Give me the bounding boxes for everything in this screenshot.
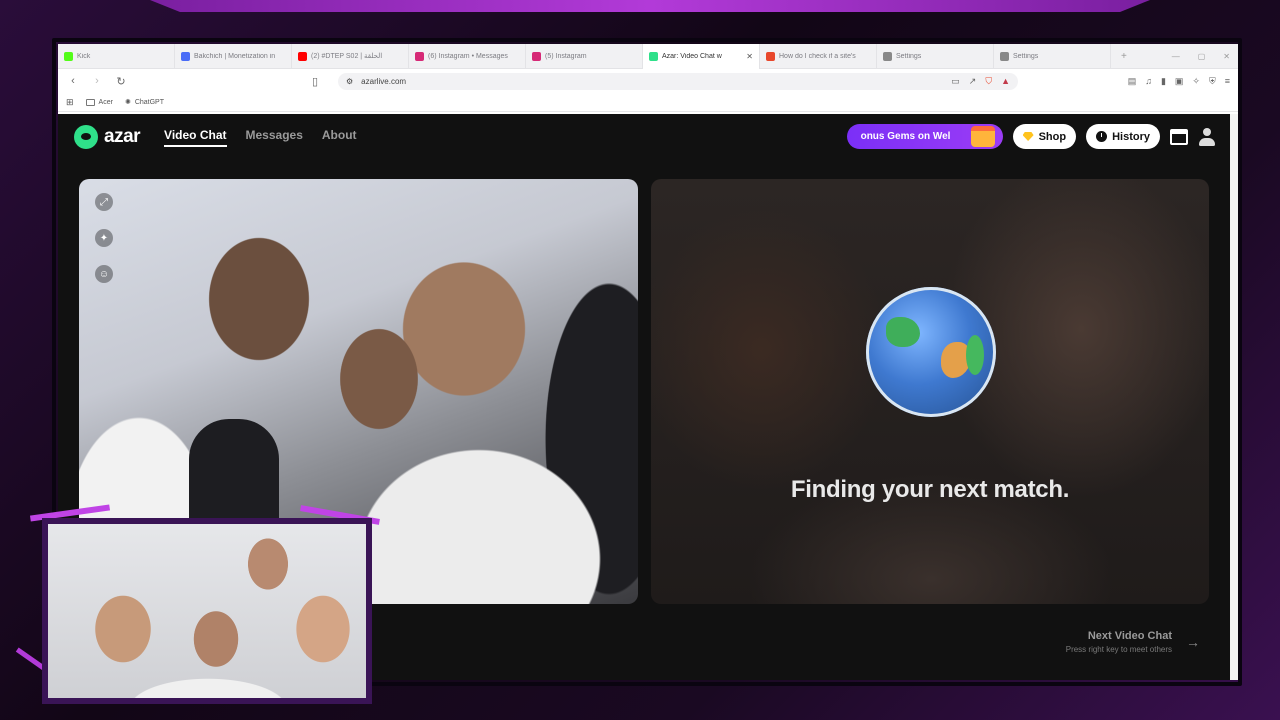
tab-title: (2) #DTEP S02 | الحلقة (311, 53, 383, 60)
profile-icon[interactable] (1198, 127, 1216, 146)
arrow-right-icon: → (1186, 634, 1200, 650)
tab-title: Settings (896, 52, 922, 60)
site-header: azar Video Chat Messages About onus Gems… (58, 114, 1230, 160)
browser-tab[interactable]: (2) #DTEP S02 | الحلقة (292, 44, 409, 69)
tab-favicon-icon (1000, 51, 1009, 61)
globe-land-1 (886, 317, 920, 347)
nav-messages[interactable]: Messages (246, 128, 303, 147)
bookmark-acer[interactable]: Acer (85, 98, 113, 106)
globe-land-3 (966, 335, 984, 375)
next-title: Next Video Chat (1087, 630, 1172, 642)
webcam-image (48, 524, 366, 698)
tab-favicon-icon (298, 51, 307, 61)
browser-tab[interactable]: Settings (994, 44, 1111, 69)
azar-logo-icon (74, 125, 98, 149)
tab-favicon-icon (649, 51, 658, 61)
toolbar-actions: ▤ ♫ ▮ ▣ ✧ ⛨ ≡ (1128, 76, 1230, 87)
globe-icon (866, 287, 996, 417)
tab-title: Azar: Video Chat w (662, 52, 722, 60)
maximize-button[interactable]: ▢ (1198, 52, 1206, 61)
new-tab-button[interactable]: + (1111, 51, 1137, 62)
tab-title: Bakchich | Monetization in (194, 52, 276, 60)
share-icon[interactable]: ↗ (969, 76, 977, 87)
next-subtitle: Press right key to meet others (1065, 645, 1172, 654)
url-text: azarlive.com (361, 76, 407, 86)
forward-icon[interactable]: › (90, 75, 104, 87)
chatgpt-icon: ✺ (124, 99, 131, 106)
tab-favicon-icon (883, 51, 892, 61)
browser-tab[interactable]: Settings (877, 44, 994, 69)
back-icon[interactable]: ‹ (66, 75, 80, 87)
matching-status: Finding your next match. (790, 476, 1070, 503)
inventory-box-icon[interactable] (1170, 128, 1188, 145)
browser-tab[interactable]: (6) Instagram • Messages (409, 44, 526, 69)
bookmark-chatgpt[interactable]: ✺ ChatGPT (124, 98, 164, 107)
history-button[interactable]: History (1086, 124, 1160, 149)
cast-icon[interactable]: ▭ (951, 76, 960, 87)
reading-icon[interactable]: ▮ (1161, 76, 1166, 87)
navigation-bar: ‹ › ↻ ▯ ⚙ azarlive.com ▭ ↗ ⛉ ▲ ▤ ♫ ▮ ▣ ✧… (58, 69, 1238, 93)
folder-icon (85, 98, 95, 106)
nav-video-chat[interactable]: Video Chat (164, 128, 227, 147)
tab-favicon-icon (766, 51, 775, 61)
browser-tab[interactable]: (5) Instagram (526, 44, 643, 69)
scrollbar[interactable] (1230, 114, 1238, 680)
browser-tab[interactable]: Bakchich | Monetization in (175, 44, 292, 69)
promo-banner[interactable]: onus Gems on Wel (846, 124, 1003, 149)
browser-tab[interactable]: How do I check if a site's (760, 44, 877, 69)
next-video-chat-button[interactable]: Next Video Chat Press right key to meet … (1066, 630, 1200, 654)
site-nav: Video Chat Messages About (164, 128, 357, 147)
bookmarks-bar: ⊞ Acer ✺ ChatGPT (58, 93, 1238, 112)
camera-tools: ⤢ ✦ ☺ (95, 193, 113, 283)
tab-bar: Kick Bakchich | Monetization in (2) #DTEP … (58, 44, 1238, 69)
header-actions: onus Gems on Wel Shop History (846, 124, 1216, 149)
tab-favicon-icon (64, 51, 73, 61)
vpn-icon[interactable]: ⛨ (1209, 76, 1216, 87)
expand-icon[interactable]: ⤢ (95, 193, 113, 211)
stream-frame-accent (150, 0, 1150, 12)
apps-grid-icon[interactable]: ⊞ (66, 97, 74, 108)
tab-title: Kick (77, 52, 91, 60)
next-text: Next Video Chat Press right key to meet … (1066, 630, 1172, 654)
sticker-icon[interactable]: ☺ (95, 265, 113, 283)
site-settings-icon[interactable]: ⚙ (346, 77, 353, 86)
shop-button[interactable]: Shop (1012, 124, 1077, 149)
browser-tab[interactable]: Kick (58, 44, 175, 69)
nav-about[interactable]: About (322, 128, 357, 147)
address-bar[interactable]: ⚙ azarlive.com ▭ ↗ ⛉ ▲ (338, 72, 1018, 90)
azar-logo[interactable]: azar (74, 125, 141, 149)
reload-icon[interactable]: ↻ (114, 75, 128, 88)
partner-video-area: Finding your next match. (651, 179, 1209, 604)
magic-wand-icon[interactable]: ✦ (95, 229, 113, 247)
rewards-icon[interactable]: ▲ (1001, 76, 1010, 86)
extensions-icon[interactable]: ✧ (1192, 76, 1200, 87)
gem-icon (1022, 132, 1034, 141)
gift-box-icon (970, 126, 995, 147)
sidebar-icon[interactable]: ▤ (1128, 76, 1137, 87)
tab-favicon-icon (181, 51, 190, 61)
menu-icon[interactable]: ≡ (1225, 76, 1230, 87)
browser-tab[interactable]: Azar: Video Chat w ✕ (643, 44, 760, 69)
close-tab-icon[interactable]: ✕ (746, 52, 753, 61)
music-icon[interactable]: ♫ (1145, 76, 1152, 87)
tab-favicon-icon (532, 51, 541, 61)
tab-title: Settings (1013, 52, 1039, 60)
tab-favicon-icon (415, 51, 424, 61)
wallet-icon[interactable]: ▣ (1175, 76, 1184, 87)
tab-title: (6) Instagram • Messages (428, 52, 508, 60)
close-window-button[interactable]: ✕ (1223, 52, 1230, 61)
tab-title: How do I check if a site's (779, 52, 856, 60)
streamer-webcam-overlay (42, 518, 372, 704)
tab-title: (5) Instagram (545, 52, 587, 60)
bookmark-icon[interactable]: ▯ (308, 75, 322, 88)
window-controls: — ▢ ✕ (1172, 44, 1230, 69)
shield-icon[interactable]: ⛉ (985, 76, 992, 87)
clock-icon (1096, 131, 1108, 142)
minimize-button[interactable]: — (1172, 52, 1180, 61)
